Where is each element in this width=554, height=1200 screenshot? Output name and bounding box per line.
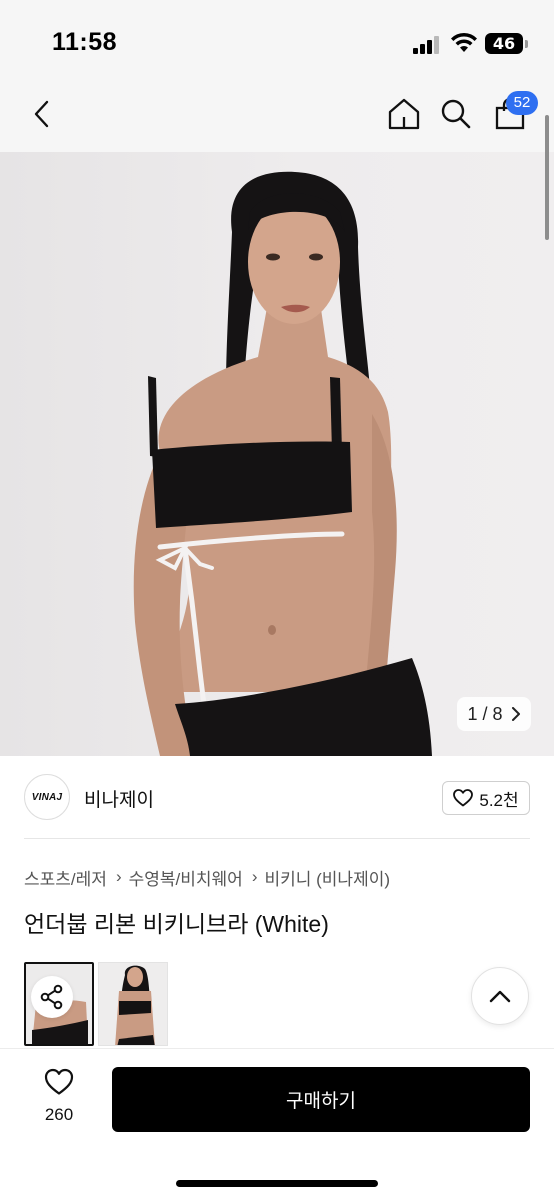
scrollbar[interactable] — [545, 115, 549, 240]
product-image[interactable] — [0, 152, 554, 756]
wish-count: 260 — [44, 1105, 74, 1124]
search-button[interactable] — [434, 92, 478, 136]
wish-button[interactable]: 260 — [30, 1068, 88, 1128]
battery-level: 46 — [492, 34, 516, 53]
heart-outline-icon — [453, 789, 474, 807]
breadcrumb-item[interactable]: 스포츠/레저 — [24, 865, 107, 890]
thumbnail-image — [99, 963, 167, 1045]
chevron-left-icon — [34, 100, 49, 128]
share-icon — [40, 984, 63, 1010]
wifi-icon — [451, 32, 477, 52]
shop-like-count: 5.2천 — [479, 790, 519, 810]
status-time: 11:58 — [52, 28, 118, 56]
cart-count-badge: 52 — [506, 91, 538, 115]
home-button[interactable] — [382, 92, 426, 136]
breadcrumb-item[interactable]: 수영복/비치웨어 — [129, 865, 243, 890]
shop-logo-text: VINAJ — [31, 791, 63, 803]
breadcrumb: 스포츠/레저 › 수영복/비치웨어 › 비키니 (비나제이) — [24, 864, 390, 890]
divider — [24, 838, 530, 839]
buy-button[interactable]: 구매하기 — [112, 1067, 530, 1132]
chevron-up-icon — [489, 990, 511, 1003]
back-button[interactable] — [20, 92, 64, 136]
thumbnail-2[interactable] — [98, 962, 168, 1046]
home-icon — [388, 98, 420, 130]
heart-outline-icon — [44, 1068, 74, 1095]
nav-bar: 52 — [0, 80, 554, 152]
shop-logo[interactable]: VINAJ — [24, 774, 70, 820]
shop-name[interactable]: 비나제이 — [84, 785, 154, 812]
shop-row: VINAJ 비나제이 5.2천 — [0, 756, 554, 840]
chevron-right-icon: › — [115, 867, 122, 886]
chevron-right-icon: › — [251, 867, 258, 886]
scroll-to-top-button[interactable] — [471, 967, 529, 1025]
search-icon — [441, 99, 471, 129]
image-counter[interactable]: 1 / 8 — [457, 697, 531, 731]
product-photo — [133, 171, 432, 756]
share-button[interactable] — [31, 976, 73, 1018]
shop-like-button[interactable]: 5.2천 — [442, 781, 530, 815]
breadcrumb-item[interactable]: 비키니 (비나제이) — [264, 865, 390, 890]
cellular-signal-icon — [413, 34, 443, 54]
image-counter-text: 1 / 8 — [467, 703, 503, 724]
battery-icon: 46 — [485, 33, 523, 54]
product-title: 언더붑 리본 비키니브라 (White) — [24, 911, 329, 937]
status-bar: 11:58 46 — [0, 0, 554, 80]
chevron-right-icon — [511, 707, 520, 721]
home-indicator — [176, 1180, 378, 1187]
battery-cap — [525, 40, 528, 48]
